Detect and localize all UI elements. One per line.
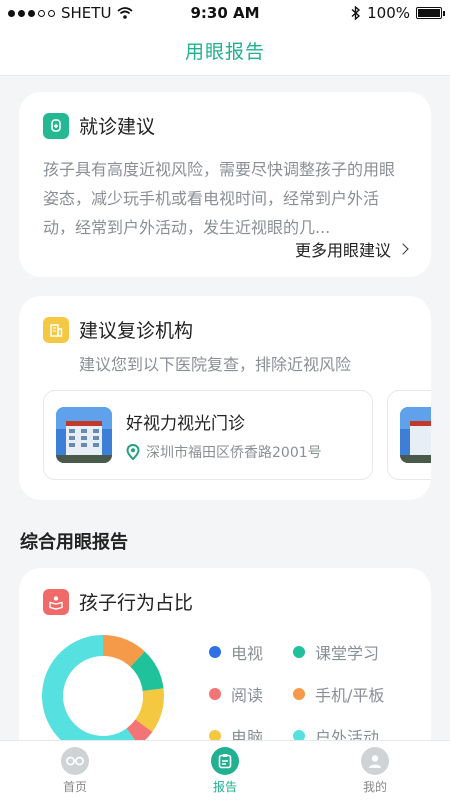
legend-item-computer: 电脑 xyxy=(209,724,293,740)
child-reading-icon xyxy=(43,588,69,615)
hospital-list[interactable]: 好视力视光门诊 深圳市福田区侨香路2001号 xyxy=(43,390,431,480)
hospital-address-text: 深圳市福田区侨香路2001号 xyxy=(146,444,322,461)
legend-item-phone: 手机/平板 xyxy=(293,682,413,706)
battery-fill xyxy=(418,9,440,17)
hospital-card[interactable]: 好视力视光门诊 深圳市福田区侨香路2001号 xyxy=(43,390,373,480)
bluetooth-icon xyxy=(351,6,361,20)
glasses-icon xyxy=(61,746,89,775)
chart-legend: 电视 课堂学习 阅读 手机/平板 电脑 户外活动 xyxy=(209,640,413,740)
hospital-building-icon xyxy=(43,316,69,343)
revisit-title: 建议复诊机构 xyxy=(79,320,194,342)
advice-title: 就诊建议 xyxy=(79,116,156,138)
tab-home-label: 首页 xyxy=(62,779,87,794)
legend-label: 电脑 xyxy=(231,728,264,740)
legend-item-reading: 阅读 xyxy=(209,682,293,706)
wifi-icon xyxy=(117,7,134,19)
legend-dot xyxy=(209,688,221,700)
revisit-subtitle: 建议您到以下医院复查，排除近视风险 xyxy=(79,355,352,374)
legend-label: 课堂学习 xyxy=(315,644,380,663)
hospital-photo xyxy=(56,407,112,463)
signal-icon xyxy=(8,9,55,17)
legend-dot xyxy=(209,646,221,658)
legend-item-tv: 电视 xyxy=(209,640,293,664)
hospital-photo xyxy=(400,407,431,463)
report-section-title: 综合用眼报告 xyxy=(20,532,128,553)
report-icon xyxy=(211,746,239,775)
legend-item-outdoor: 户外活动 xyxy=(293,724,413,740)
page-title: 用眼报告 xyxy=(184,41,265,63)
donut-svg xyxy=(41,635,164,740)
legend-label: 阅读 xyxy=(231,686,264,705)
hospital-name: 好视力视光门诊 xyxy=(126,413,245,434)
revisit-card-header: 建议复诊机构 xyxy=(43,316,407,343)
status-right: 100% xyxy=(351,4,445,22)
behavior-card-header: 孩子行为占比 xyxy=(43,588,407,615)
behavior-card: 孩子行为占比 电视 课堂学习 阅读 手机/平板 电脑 户外活动 xyxy=(19,568,431,740)
behavior-title: 孩子行为占比 xyxy=(79,592,194,614)
advice-card-header: 就诊建议 xyxy=(43,112,407,139)
revisit-card: 建议复诊机构 建议您到以下医院复查，排除近视风险 好视力视光门诊 深圳市福田区侨… xyxy=(19,296,431,500)
legend-dot xyxy=(293,646,305,658)
status-bar: SHETU 9:30 AM 100% xyxy=(0,0,450,26)
legend-item-class: 课堂学习 xyxy=(293,640,413,664)
chevron-right-icon xyxy=(397,243,409,255)
more-advice-label: 更多用眼建议 xyxy=(294,241,391,260)
legend-dot xyxy=(293,688,305,700)
legend-label: 户外活动 xyxy=(315,728,380,740)
legend-dot xyxy=(293,730,305,740)
tab-profile-label: 我的 xyxy=(362,779,387,794)
legend-label: 电视 xyxy=(231,644,264,663)
tab-home[interactable]: 首页 xyxy=(0,741,150,800)
legend-label: 手机/平板 xyxy=(315,686,385,705)
status-left: SHETU xyxy=(8,4,134,22)
advice-card: 就诊建议 孩子具有高度近视风险，需要尽快调整孩子的用眼姿态，减少玩手机或看电视时… xyxy=(19,92,431,277)
location-pin-icon xyxy=(126,443,140,460)
advice-text: 孩子具有高度近视风险，需要尽快调整孩子的用眼姿态，减少玩手机或看电视时间，经常到… xyxy=(43,160,396,237)
tab-report[interactable]: 报告 xyxy=(150,741,300,800)
tab-profile[interactable]: 我的 xyxy=(300,741,450,800)
medical-advice-icon xyxy=(43,112,69,139)
scroll-content[interactable]: 就诊建议 孩子具有高度近视风险，需要尽快调整孩子的用眼姿态，减少玩手机或看电视时… xyxy=(0,76,450,740)
hospital-address: 深圳市福田区侨香路2001号 xyxy=(126,442,322,462)
tab-report-label: 报告 xyxy=(212,779,237,794)
hospital-info: 好视力视光门诊 深圳市福田区侨香路2001号 xyxy=(126,409,322,462)
behavior-donut-chart xyxy=(41,634,165,740)
tab-bar: 首页 报告 我的 xyxy=(0,740,450,800)
hospital-card[interactable] xyxy=(387,390,431,480)
nav-bar: 用眼报告 xyxy=(0,26,450,76)
more-advice-link[interactable]: 更多用眼建议 xyxy=(294,237,409,261)
user-icon xyxy=(361,746,389,775)
battery-icon xyxy=(416,7,445,19)
battery-percent: 100% xyxy=(367,4,410,22)
carrier-label: SHETU xyxy=(61,4,112,22)
legend-dot xyxy=(209,730,221,740)
